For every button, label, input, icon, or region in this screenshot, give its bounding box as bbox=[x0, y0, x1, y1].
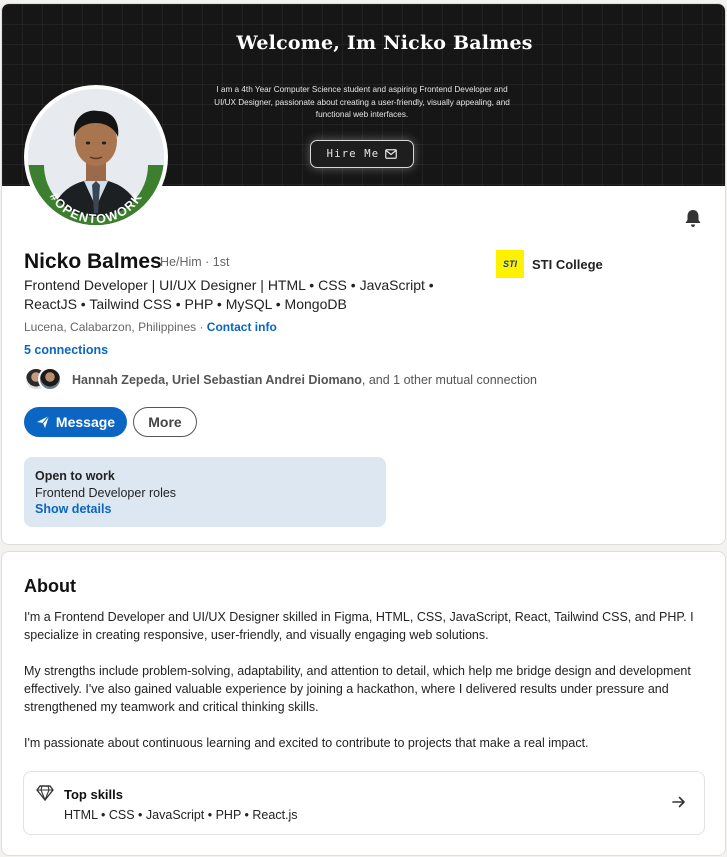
school-name: STI College bbox=[532, 256, 603, 272]
open-to-work-card: Open to work Frontend Developer roles Sh… bbox=[24, 457, 386, 527]
more-button[interactable]: More bbox=[133, 407, 197, 437]
arrow-right-icon[interactable] bbox=[672, 796, 686, 808]
profile-card: Welcome, Im Nicko Balmes I am a 4th Year… bbox=[1, 3, 726, 545]
diamond-icon bbox=[36, 785, 54, 801]
top-skills-list: HTML • CSS • JavaScript • PHP • React.js bbox=[64, 808, 298, 822]
mutual-names: Hannah Zepeda, Uriel Sebastian Andrei Di… bbox=[72, 373, 362, 387]
about-paragraph: My strengths include problem-solving, ad… bbox=[24, 664, 691, 714]
profile-name: Nicko Balmes bbox=[24, 250, 162, 273]
mutual-suffix: , and 1 other mutual connection bbox=[361, 373, 537, 387]
message-label: Message bbox=[55, 414, 116, 430]
mutual-connections[interactable]: Hannah Zepeda, Uriel Sebastian Andrei Di… bbox=[72, 373, 537, 387]
open-to-work-title: Open to work bbox=[35, 469, 115, 483]
hire-me-label: Hire Me bbox=[326, 148, 380, 160]
top-skills-title: Top skills bbox=[64, 787, 123, 802]
profile-location: Lucena, Calabarzon, Philippines · Contac… bbox=[24, 320, 277, 334]
about-paragraph: I'm a Frontend Developer and UI/UX Desig… bbox=[24, 610, 694, 642]
show-details-link[interactable]: Show details bbox=[35, 502, 375, 516]
banner-title: Welcome, Im Nicko Balmes bbox=[236, 32, 533, 54]
avatar bbox=[38, 367, 62, 391]
connections-link[interactable]: 5 connections bbox=[24, 343, 108, 357]
profile-photo: #OPENTOWORK bbox=[28, 89, 164, 225]
bell-icon[interactable] bbox=[683, 208, 703, 228]
mutual-avatars[interactable] bbox=[24, 367, 66, 393]
education-entry[interactable]: STI STI College bbox=[496, 250, 603, 278]
hire-me-button[interactable]: Hire Me bbox=[310, 140, 414, 168]
profile-pronouns: He/Him · 1st bbox=[160, 255, 230, 269]
banner-subtitle: I am a 4th Year Computer Science student… bbox=[214, 85, 510, 119]
about-card: About I'm a Frontend Developer and UI/UX… bbox=[1, 551, 726, 856]
mail-icon bbox=[385, 149, 398, 159]
about-title: About bbox=[24, 576, 76, 596]
top-skills-card[interactable]: Top skills HTML • CSS • JavaScript • PHP… bbox=[23, 771, 705, 835]
profile-headline: Frontend Developer | UI/UX Designer | HT… bbox=[24, 277, 434, 312]
open-to-work-roles: Frontend Developer roles bbox=[35, 486, 177, 500]
profile-avatar[interactable]: #OPENTOWORK bbox=[24, 85, 168, 229]
school-logo: STI bbox=[496, 250, 524, 278]
location-text: Lucena, Calabarzon, Philippines · bbox=[24, 320, 207, 334]
about-paragraph: I'm passionate about continuous learning… bbox=[24, 736, 589, 750]
send-icon bbox=[36, 415, 50, 428]
message-button[interactable]: Message bbox=[24, 407, 127, 437]
contact-info-link[interactable]: Contact info bbox=[207, 320, 277, 334]
